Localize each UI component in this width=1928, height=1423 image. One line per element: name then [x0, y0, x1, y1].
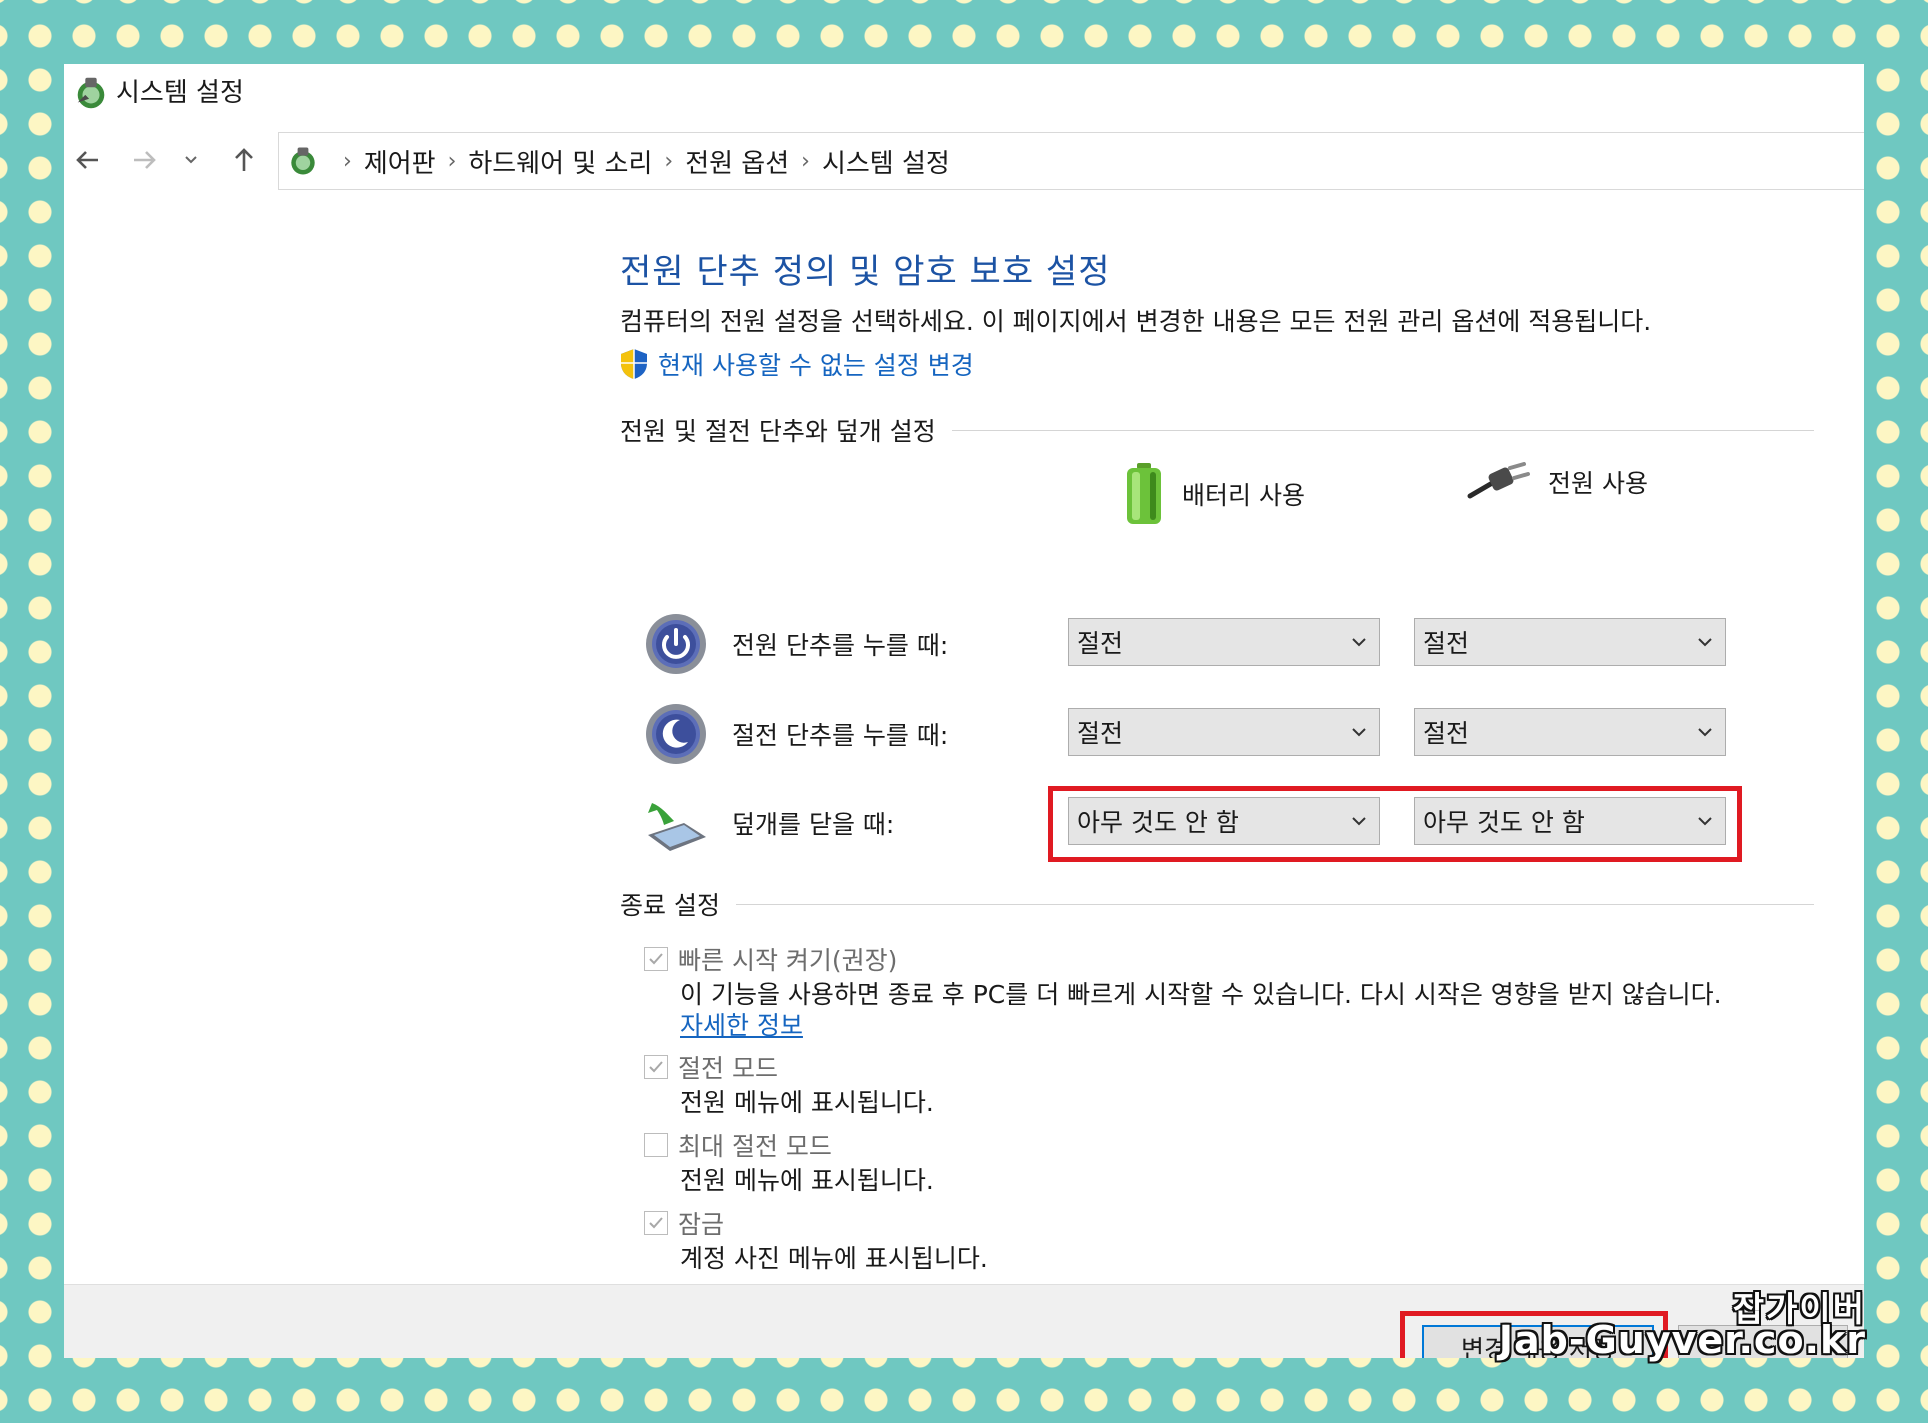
up-button[interactable]: [222, 138, 266, 182]
main-content: 전원 단추 정의 및 암호 보호 설정 컴퓨터의 전원 설정을 선택하세요. 이…: [620, 64, 1864, 1358]
shutdown-group-title: 종료 설정: [620, 891, 720, 920]
sleep-button-label: 절전 단추를 누를 때:: [732, 721, 949, 750]
arrow-right-icon: [134, 151, 156, 169]
power-plug-icon: [1467, 462, 1530, 499]
back-button[interactable]: [66, 138, 110, 182]
lock-option-description: 계정 사진 메뉴에 표시됩니다.: [680, 1244, 988, 1273]
power-button-battery-dropdown[interactable]: 절전: [1068, 618, 1380, 666]
chevron-down-icon: [1698, 638, 1712, 647]
power-group-header: 전원 및 절전 단추와 덮개 설정: [620, 412, 1814, 448]
lid-dropdowns-highlight-box: [1048, 786, 1742, 862]
power-button-label: 전원 단추를 누를 때:: [732, 631, 949, 660]
hibernate-checkbox[interactable]: [644, 1133, 668, 1157]
plugged-column-label: 전원 사용: [1548, 469, 1648, 498]
chevron-down-icon: [1698, 728, 1712, 737]
lock-option-label: 잠금: [678, 1210, 725, 1239]
lock-checkbox[interactable]: [644, 1211, 668, 1235]
battery-icon: [1127, 463, 1161, 524]
page-title: 전원 단추 정의 및 암호 보호 설정: [620, 252, 1111, 292]
system-settings-window: 시스템 설정 › 제어판 › 하드웨어 및 소리 › 전원 옵션 › 시스템 설…: [64, 64, 1864, 1358]
power-options-app-icon: [77, 77, 105, 109]
fast-startup-description: 이 기능을 사용하면 종료 후 PC를 더 빠르게 시작할 수 있습니다. 다시…: [680, 980, 1722, 1009]
chevron-down-icon: [185, 156, 197, 164]
dropdown-value: 절전: [1077, 719, 1124, 748]
lock-option: 잠금: [644, 1205, 724, 1241]
arrow-up-icon: [235, 148, 253, 171]
power-button-icon: [646, 614, 706, 674]
power-group-title: 전원 및 절전 단추와 덮개 설정: [620, 417, 936, 446]
power-button-row: 전원 단추를 누를 때: 절전 절전: [620, 608, 1810, 678]
window-title: 시스템 설정: [116, 78, 244, 108]
shutdown-group-header: 종료 설정: [620, 886, 1814, 922]
laptop-lid-icon: [648, 803, 706, 851]
watermark-url: Jab-Guyver.co.kr: [1498, 1318, 1866, 1362]
forward-button[interactable]: [122, 138, 166, 182]
hibernate-option: 최대 절전 모드: [644, 1127, 832, 1163]
hibernate-option-label: 최대 절전 모드: [678, 1132, 832, 1161]
more-info-link[interactable]: 자세한 정보: [680, 1006, 803, 1042]
sleep-option-description: 전원 메뉴에 표시됩니다.: [680, 1088, 934, 1117]
battery-column-label: 배터리 사용: [1182, 481, 1305, 510]
chevron-down-icon: [1352, 728, 1366, 737]
dropdown-value: 절전: [1423, 629, 1470, 658]
sleep-button-row: 절전 단추를 누를 때: 절전 절전: [620, 698, 1810, 768]
change-unavailable-settings-link[interactable]: 현재 사용할 수 없는 설정 변경: [620, 346, 974, 382]
dropdown-value: 절전: [1077, 629, 1124, 658]
sleep-button-plugged-dropdown[interactable]: 절전: [1414, 708, 1726, 756]
fast-startup-checkbox[interactable]: [644, 947, 668, 971]
breadcrumb-separator: ›: [447, 148, 457, 174]
sleep-option-label: 절전 모드: [678, 1054, 778, 1083]
arrow-left-icon: [76, 151, 98, 169]
fast-startup-option: 빠른 시작 켜기(권장): [644, 941, 897, 977]
group-divider: [735, 903, 1814, 905]
breadcrumb-control-panel[interactable]: 제어판: [364, 143, 436, 180]
battery-column-header: 배터리 사용: [1124, 462, 1305, 526]
chevron-down-icon: [1352, 638, 1366, 647]
group-divider: [951, 429, 1814, 431]
sleep-checkbox[interactable]: [644, 1055, 668, 1079]
recent-locations-button[interactable]: [176, 138, 206, 182]
breadcrumb-separator: ›: [343, 148, 352, 174]
sleep-button-icon: [646, 704, 706, 764]
sleep-option: 절전 모드: [644, 1049, 778, 1085]
page-description: 컴퓨터의 전원 설정을 선택하세요. 이 페이지에서 변경한 내용은 모든 전원…: [620, 307, 1652, 336]
lid-close-label: 덮개를 닫을 때:: [732, 810, 895, 839]
dropdown-value: 절전: [1423, 719, 1470, 748]
control-panel-icon: [291, 147, 315, 175]
checkmark-icon: [649, 1217, 663, 1229]
checkmark-icon: [649, 1061, 663, 1073]
uac-link-label: 현재 사용할 수 없는 설정 변경: [658, 351, 974, 380]
uac-shield-icon: [621, 349, 647, 379]
power-button-plugged-dropdown[interactable]: 절전: [1414, 618, 1726, 666]
plugged-column-header: 전원 사용: [1464, 462, 1648, 502]
fast-startup-label: 빠른 시작 켜기(권장): [678, 946, 898, 975]
sleep-button-battery-dropdown[interactable]: 절전: [1068, 708, 1380, 756]
hibernate-option-description: 전원 메뉴에 표시됩니다.: [680, 1166, 934, 1195]
checkmark-icon: [649, 953, 663, 965]
